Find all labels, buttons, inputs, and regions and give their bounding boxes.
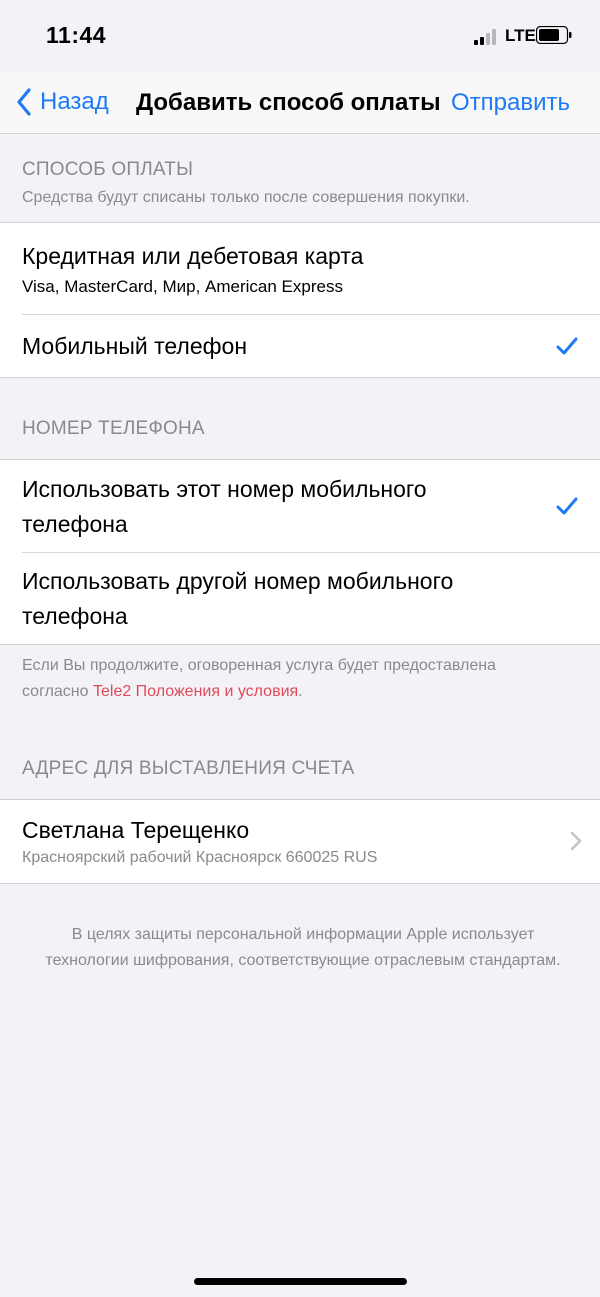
billing-address: Красноярский рабочий Красноярск 660025 R… [22,849,378,866]
terms-prefix: согласно [22,683,93,700]
terms-link[interactable]: Tele2 Положения и условия [93,683,298,700]
billing-section-header: АДРЕС ДЛЯ ВЫСТАВЛЕНИЯ СЧЕТА [22,758,355,779]
payment-option-subtitle: Visa, MasterCard, Мир, American Express [22,277,343,296]
home-indicator[interactable] [194,1278,407,1285]
signal-icon [474,29,496,45]
checkmark-icon [556,497,578,515]
chevron-left-icon [17,88,31,116]
navigation-bar: Назад Добавить способ оплаты Отправить [0,72,600,134]
back-label: Назад [40,88,109,115]
status-time: 11:44 [46,22,107,48]
phone-option-this-number[interactable]: Использовать этот номер мобильного телеф… [0,460,600,552]
back-button[interactable]: Назад [16,86,109,118]
status-bar: 11:44 LTE [0,0,600,72]
payment-option-title: Кредитная или дебетовая карта [22,243,364,269]
payment-section-note: Средства будут списаны только после сове… [22,189,470,206]
phone-options-group: Использовать этот номер мобильного телеф… [0,459,600,645]
phone-option-title-line2: телефона [22,603,128,629]
phone-option-title-line1: Использовать этот номер мобильного [22,476,427,502]
phone-section-header: НОМЕР ТЕЛЕФОНА [22,418,205,439]
billing-address-row[interactable]: Светлана Терещенко Красноярский рабочий … [0,799,600,884]
phone-option-title-line2: телефона [22,511,128,537]
terms-suffix: . [298,683,303,700]
checkmark-icon [556,337,578,355]
page-title: Добавить способ оплаты [136,89,441,116]
terms-line1: Если Вы продолжите, оговоренная услуга б… [22,657,496,674]
payment-section-header: СПОСОБ ОПЛАТЫ [22,159,194,180]
phone-option-title-line1: Использовать другой номер мобильного [22,568,454,594]
terms-note: Если Вы продолжите, оговоренная услуга б… [22,653,496,705]
battery-icon [536,26,572,44]
privacy-note: В целях защиты персональной информации A… [45,926,561,969]
network-label: LTE [505,26,536,45]
send-button[interactable]: Отправить [451,89,570,117]
payment-option-title: Мобильный телефон [22,333,248,359]
payment-options-group: Кредитная или дебетовая карта Visa, Mast… [0,222,600,378]
terms-line2: согласно Tele2 Положения и условия. [22,679,496,705]
phone-option-other-number[interactable]: Использовать другой номер мобильного тел… [0,552,600,644]
billing-name: Светлана Терещенко [22,817,250,843]
payment-option-card[interactable]: Кредитная или дебетовая карта Visa, Mast… [0,223,600,314]
payment-option-mobile[interactable]: Мобильный телефон [0,314,600,377]
chevron-right-icon [570,831,582,851]
